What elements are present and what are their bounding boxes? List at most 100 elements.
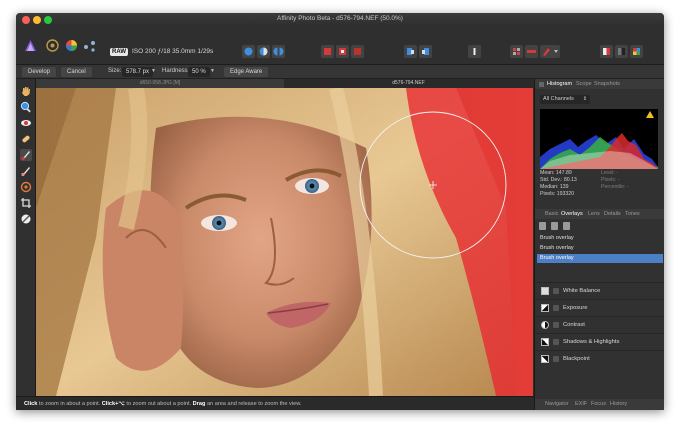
size-input[interactable]: 578.7 px — [122, 67, 154, 77]
develop-persona-icon[interactable] — [46, 39, 59, 52]
view-mode-group — [242, 45, 285, 59]
overlay-brush-tool-icon[interactable] — [20, 149, 32, 161]
color-wheel-icon[interactable] — [65, 39, 78, 52]
tab-history[interactable]: History — [610, 401, 627, 407]
hardness-dropdown-icon[interactable]: ▼ — [210, 68, 215, 74]
gradient-tool-icon[interactable] — [20, 181, 32, 193]
shadows-highlights-label: Shadows & Highlights — [563, 339, 620, 345]
status-text-3: an area and release to zoom the view. — [205, 401, 302, 407]
photo-canvas[interactable] — [36, 88, 533, 396]
tab-snapshots[interactable]: Snapshots — [594, 81, 620, 87]
rgb-mode-button[interactable] — [600, 45, 613, 58]
overlay-item[interactable]: Brush overlay — [537, 244, 663, 253]
size-dropdown-icon[interactable]: ▼ — [151, 68, 156, 74]
blemish-tool-icon[interactable] — [20, 133, 32, 145]
adjustment-blackpoint[interactable]: Blackpoint — [535, 350, 664, 366]
contrast-label: Contrast — [563, 322, 585, 328]
adjustment-exposure[interactable]: Exposure — [535, 299, 664, 315]
channel-select-value: All Channels — [543, 96, 574, 102]
shadows-highlights-icon — [541, 338, 549, 346]
stat-median: Median: 139 — [540, 184, 569, 190]
blackpoint-icon — [541, 355, 549, 363]
share-icon[interactable] — [83, 39, 96, 52]
mirror-view-button[interactable] — [272, 45, 285, 58]
right-panel: Histogram Scope Snapshots All Channels ⇕ … — [534, 79, 664, 410]
show-clipped-tones-button[interactable] — [351, 45, 364, 58]
tools-panel — [16, 79, 36, 396]
white-balance-picker-icon[interactable] — [20, 213, 32, 225]
adjustment-shadows-highlights[interactable]: Shadows & Highlights — [535, 333, 664, 349]
title-bar: Affinity Photo Beta - d576-794.NEF (50.0… — [16, 13, 664, 27]
red-eye-tool-icon[interactable] — [20, 117, 32, 129]
hardness-input[interactable]: 50 % — [188, 67, 210, 77]
tab-details[interactable]: Details — [604, 211, 621, 217]
grayscale-mode-button[interactable] — [615, 45, 628, 58]
tab-overlays[interactable]: Overlays — [561, 211, 583, 217]
contrast-checkbox[interactable] — [553, 322, 559, 328]
overlay-actions — [539, 222, 570, 230]
stat-percentile: Percentile: - — [601, 184, 629, 190]
histogram-graph — [540, 109, 658, 169]
main-toolbar: RAW ISO 200 ƒ/18 35.0mm 1/29s — [16, 27, 664, 65]
overlay-item[interactable]: Brush overlay — [537, 234, 663, 243]
split-view-button[interactable] — [257, 45, 270, 58]
contrast-icon — [541, 321, 549, 329]
histogram-panel-tabs: Histogram Scope Snapshots — [535, 79, 664, 89]
show-clipped-highlights-button[interactable] — [321, 45, 334, 58]
panel-close-icon[interactable] — [539, 81, 544, 87]
adjustment-white-balance[interactable]: White Balance — [535, 282, 664, 298]
exposure-icon — [541, 304, 549, 312]
white-balance-checkbox[interactable] — [553, 288, 559, 294]
camera-info: ISO 200 ƒ/18 35.0mm 1/29s — [132, 48, 214, 55]
overlay-eraser-tool-icon[interactable] — [20, 165, 32, 177]
blackpoint-checkbox[interactable] — [553, 356, 559, 362]
tab-navigator[interactable]: Navigator — [545, 401, 569, 407]
exposure-checkbox[interactable] — [553, 305, 559, 311]
tab-d650-058[interactable]: d650-058.JPG [M] — [36, 79, 284, 88]
status-click: Click — [24, 401, 38, 407]
status-text-1: to zoom in about a point. — [37, 401, 102, 407]
add-overlay-icon[interactable] — [539, 222, 546, 230]
tab-exif[interactable]: EXIF — [575, 401, 587, 407]
status-drag: Drag — [192, 401, 206, 407]
single-view-button[interactable] — [242, 45, 255, 58]
grid-button[interactable] — [510, 45, 523, 58]
app-window: Affinity Photo Beta - d576-794.NEF (50.0… — [16, 13, 664, 410]
crop-tool-icon[interactable] — [20, 197, 32, 209]
shadows-highlights-checkbox[interactable] — [553, 339, 559, 345]
overlay-tools-group — [321, 45, 364, 59]
tab-basic[interactable]: Basic — [545, 211, 558, 217]
selection-tools-group — [510, 45, 560, 59]
duplicate-overlay-icon[interactable] — [551, 222, 558, 230]
status-bar: Click to zoom in about a point. Click+⌥ … — [16, 396, 534, 410]
adjustment-contrast[interactable]: Contrast — [535, 316, 664, 332]
cancel-button[interactable]: Cancel — [61, 67, 92, 77]
snapping-dropdown[interactable] — [540, 45, 560, 58]
tab-histogram[interactable]: Histogram — [547, 81, 572, 87]
stat-mean: Mean: 147.89 — [540, 170, 572, 176]
assistant-button[interactable] — [525, 45, 538, 58]
channel-select[interactable]: All Channels ⇕ — [540, 95, 590, 104]
show-clipped-shadows-button[interactable] — [336, 45, 349, 58]
tab-focus[interactable]: Focus — [591, 401, 606, 407]
tab-lens[interactable]: Lens — [588, 211, 600, 217]
stat-std-dev: Std. Dev.: 80.13 — [540, 177, 577, 183]
affinity-logo-icon[interactable] — [24, 39, 37, 52]
info-button[interactable] — [468, 45, 481, 58]
portrait-photo — [36, 88, 533, 396]
develop-button[interactable]: Develop — [22, 67, 57, 77]
zoom-tool-icon[interactable] — [20, 101, 32, 113]
hand-tool-icon[interactable] — [20, 85, 32, 97]
edge-aware-button[interactable]: Edge Aware — [224, 67, 269, 77]
delete-overlay-icon[interactable] — [563, 222, 570, 230]
arrange-back-button[interactable] — [404, 45, 417, 58]
white-balance-icon — [541, 287, 549, 295]
tab-tones[interactable]: Tones — [625, 211, 640, 217]
arrange-group — [404, 45, 432, 59]
tab-d576-794[interactable]: d576-794.NEF — [284, 79, 533, 88]
color-picker-button[interactable] — [630, 45, 643, 58]
overlay-item-selected[interactable]: Brush overlay — [537, 254, 663, 263]
exposure-label: Exposure — [563, 305, 588, 311]
tab-scope[interactable]: Scope — [576, 81, 592, 87]
arrange-front-button[interactable] — [419, 45, 432, 58]
